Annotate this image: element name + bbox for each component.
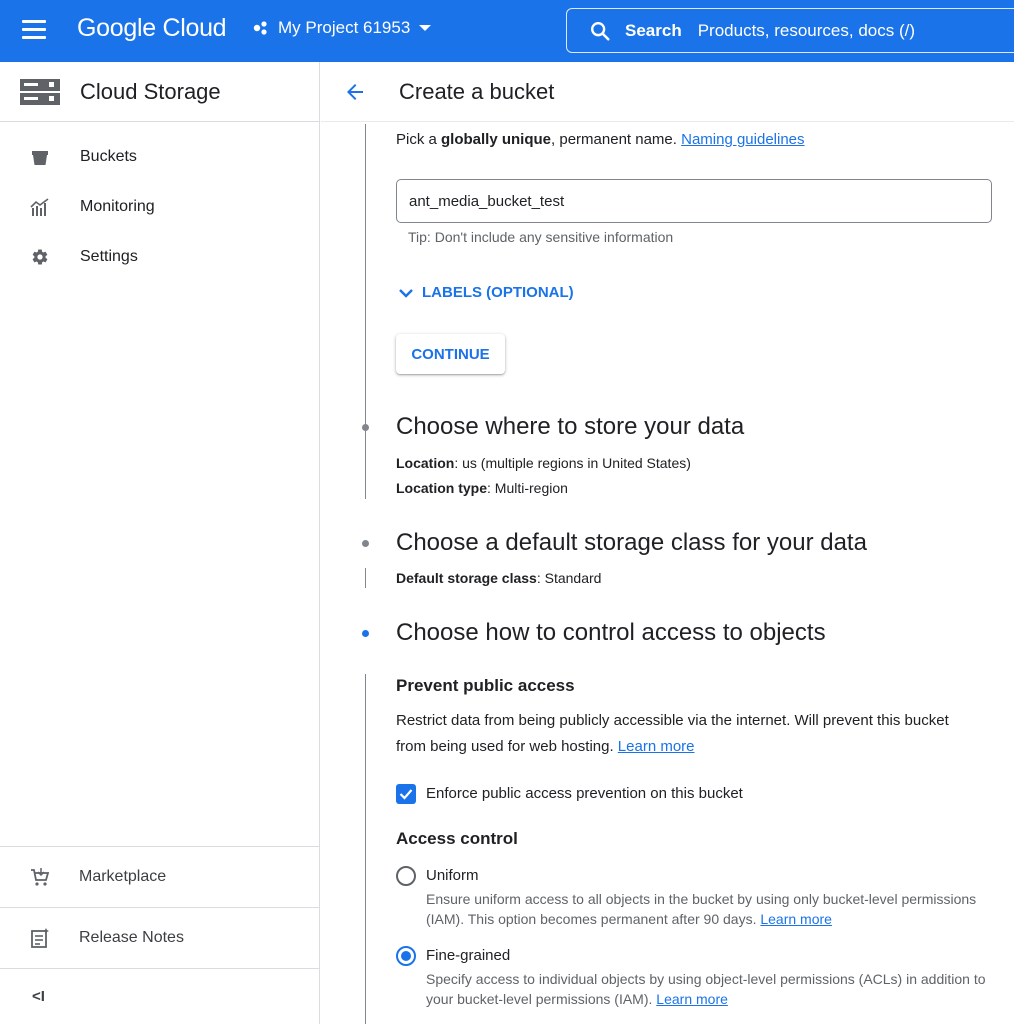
prevent-public-access-description: Restrict data from being publicly access… xyxy=(396,712,949,755)
main-content: Create a bucket Pick a globally unique, … xyxy=(321,62,1014,1024)
page-title: Create a bucket xyxy=(399,78,555,104)
input-tip: Tip: Don't include any sensitive informa… xyxy=(408,229,674,245)
gear-icon xyxy=(30,247,50,267)
search-icon xyxy=(591,21,610,41)
collapse-icon: <I xyxy=(32,988,45,1005)
labels-optional-label: LABELS (OPTIONAL) xyxy=(422,284,574,301)
sidebar-item-label: Monitoring xyxy=(80,198,155,215)
back-arrow-icon[interactable] xyxy=(343,80,367,104)
sidebar-header: Cloud Storage xyxy=(0,62,319,122)
project-name: My Project 61953 xyxy=(278,18,411,37)
labels-optional-toggle[interactable]: LABELS (OPTIONAL) xyxy=(398,284,574,301)
prevent-public-access-heading: Prevent public access xyxy=(396,676,575,695)
google-cloud-logo[interactable]: Google Cloud xyxy=(77,14,227,43)
step-connector xyxy=(365,568,366,588)
cart-icon xyxy=(30,867,50,887)
step-dot xyxy=(362,424,369,431)
fine-grained-description: Specify access to individual objects by … xyxy=(426,971,986,1007)
step-connector xyxy=(365,124,366,464)
fine-grained-radio[interactable] xyxy=(396,946,416,966)
step-dot xyxy=(362,540,369,547)
fine-grained-label[interactable]: Fine-grained xyxy=(426,947,510,964)
access-control-heading: Access control xyxy=(396,829,518,848)
dropdown-arrow-icon xyxy=(419,25,432,31)
sidebar-bottom: Marketplace Release Notes <I xyxy=(0,846,320,1024)
enforce-public-access-label[interactable]: Enforce public access prevention on this… xyxy=(426,785,743,802)
collapse-sidebar-button[interactable]: <I xyxy=(0,968,320,1024)
notes-icon xyxy=(30,928,50,948)
sidebar-item-settings[interactable]: Settings xyxy=(0,232,319,282)
project-selector[interactable]: My Project 61953 xyxy=(252,18,432,38)
prevent-learn-more-link[interactable]: Learn more xyxy=(618,738,695,755)
search-bar[interactable]: Search Products, resources, docs (/) xyxy=(566,8,1014,53)
cloud-storage-icon xyxy=(20,78,60,105)
sidebar-item-label: Settings xyxy=(80,248,138,265)
chevron-down-icon xyxy=(399,288,413,298)
sidebar-item-label: Marketplace xyxy=(79,868,167,885)
sidebar: Cloud Storage Buckets Monitoring Setting… xyxy=(0,62,320,1024)
checkmark-icon xyxy=(399,789,413,800)
project-dots-icon xyxy=(253,21,267,35)
enforce-public-access-checkbox[interactable] xyxy=(396,784,416,804)
continue-button[interactable]: CONTINUE xyxy=(396,334,505,374)
sidebar-item-label: Buckets xyxy=(80,148,137,165)
bucket-name-input[interactable]: ant_media_bucket_test xyxy=(396,179,992,223)
uniform-learn-more-link[interactable]: Learn more xyxy=(760,911,832,927)
page-header: Create a bucket xyxy=(321,62,1014,122)
search-placeholder: Products, resources, docs (/) xyxy=(697,20,916,40)
location-type-summary: Location type: Multi-region xyxy=(396,480,568,496)
uniform-label[interactable]: Uniform xyxy=(426,867,479,884)
step-dot-active xyxy=(362,630,369,637)
chart-icon xyxy=(30,197,50,217)
sidebar-item-buckets[interactable]: Buckets xyxy=(0,132,319,182)
uniform-radio[interactable] xyxy=(396,866,416,886)
step-connector xyxy=(365,674,366,1024)
sidebar-item-label: Release Notes xyxy=(79,929,184,946)
hamburger-menu-icon[interactable] xyxy=(22,20,56,44)
name-hint: Pick a globally unique, permanent name. … xyxy=(396,131,805,148)
access-control-step-title[interactable]: Choose how to control access to objects xyxy=(396,619,826,647)
location-summary: Location: us (multiple regions in United… xyxy=(396,455,691,471)
sidebar-item-marketplace[interactable]: Marketplace xyxy=(0,846,320,907)
sidebar-item-release-notes[interactable]: Release Notes xyxy=(0,907,320,968)
uniform-description: Ensure uniform access to all objects in … xyxy=(426,891,977,927)
bucket-name-value: ant_media_bucket_test xyxy=(409,192,565,210)
top-app-bar: Google Cloud My Project 61953 Search Pro… xyxy=(0,0,1014,62)
bucket-icon xyxy=(30,147,50,167)
storage-class-summary: Default storage class: Standard xyxy=(396,570,602,586)
product-title: Cloud Storage xyxy=(80,78,221,104)
search-label: Search xyxy=(625,20,682,40)
naming-guidelines-link[interactable]: Naming guidelines xyxy=(681,131,804,148)
sidebar-item-monitoring[interactable]: Monitoring xyxy=(0,182,319,232)
step-connector xyxy=(365,454,366,499)
fine-grained-learn-more-link[interactable]: Learn more xyxy=(656,991,728,1007)
storage-class-step-title[interactable]: Choose a default storage class for your … xyxy=(396,529,867,557)
location-step-title[interactable]: Choose where to store your data xyxy=(396,413,744,441)
